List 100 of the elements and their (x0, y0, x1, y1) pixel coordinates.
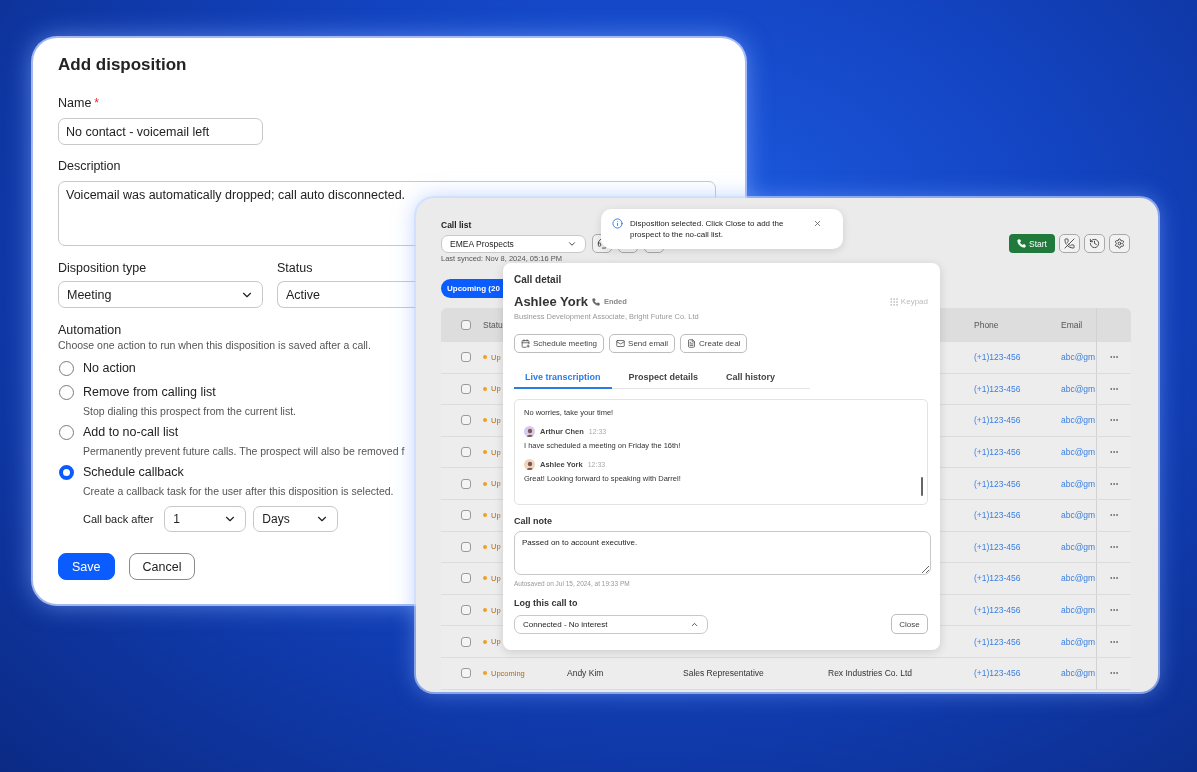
status-dot (483, 513, 487, 518)
phone-off-button[interactable] (1059, 234, 1080, 253)
radio-button[interactable] (59, 464, 74, 480)
email-link[interactable]: abc@gm (1049, 636, 1096, 647)
radio-button[interactable] (59, 384, 74, 400)
table-cell-text: Rex Industries Co. Ltd (827, 668, 914, 679)
name-input[interactable]: No contact - voicemail left (58, 118, 263, 145)
email-link[interactable]: abc@gm (1049, 573, 1096, 584)
hint-text: Choose one action to run when this disposition is saved after a call. (58, 338, 371, 352)
status-dot (483, 418, 487, 423)
phone-link[interactable]: (+1)123-456 (962, 447, 1049, 458)
radio-button[interactable] (59, 360, 74, 376)
email-link[interactable]: abc@gm (1049, 668, 1096, 679)
row-checkbox[interactable] (461, 668, 471, 679)
section-label: Automation (58, 322, 122, 338)
field-label: Disposition type (58, 260, 147, 276)
info-icon (612, 218, 623, 229)
action-button[interactable]: Schedule meeting (514, 334, 605, 353)
row-checkbox[interactable] (461, 510, 471, 521)
status-dot (483, 450, 487, 455)
phone-link[interactable]: (+1)123-456 (962, 510, 1049, 521)
settings-icon (1114, 238, 1125, 249)
email-link[interactable]: abc@gm (1049, 383, 1096, 394)
section-label: Call note (514, 516, 552, 526)
settings-button[interactable] (1109, 234, 1130, 253)
document-icon (687, 339, 697, 348)
phone-icon (591, 297, 600, 306)
table-cell-text: Andy Kim (566, 668, 605, 679)
option-label: Remove from calling list (83, 385, 216, 399)
detail-tab[interactable]: Live transcription (514, 367, 612, 389)
row-checkbox[interactable] (461, 605, 471, 616)
call-note-input[interactable]: Passed on to account executive. (514, 531, 931, 575)
status-dot (483, 481, 487, 486)
close-button[interactable]: Close (891, 614, 928, 634)
status-dot (483, 671, 487, 676)
phone-link[interactable]: (+1)123-456 (962, 605, 1049, 616)
row-checkbox[interactable] (461, 478, 471, 489)
log-select[interactable]: Connected - No interest (514, 614, 708, 634)
phone-link[interactable]: (+1)123-456 (962, 478, 1049, 489)
option-label: No action (83, 361, 136, 375)
save-button[interactable]: Save (58, 553, 115, 580)
phone-link[interactable]: (+1)123-456 (962, 415, 1049, 426)
history-button[interactable] (1084, 234, 1105, 253)
row-checkbox[interactable] (461, 383, 471, 394)
status-dot (483, 639, 487, 644)
table-cell-text: Sales Representative (682, 668, 765, 679)
status-dot (483, 544, 487, 549)
field-label: Description (58, 158, 121, 174)
keypad-button[interactable]: Keypad (888, 296, 928, 307)
section-label: Log this call to (514, 598, 578, 608)
scrollbar[interactable] (921, 477, 923, 496)
email-link[interactable]: abc@gm (1049, 447, 1096, 458)
panel-label: Call list (441, 219, 472, 231)
cancel-button[interactable]: Cancel (128, 553, 196, 580)
keypad-icon (888, 296, 899, 307)
row-checkbox[interactable] (461, 573, 471, 584)
field-label: Status (277, 260, 313, 276)
select-all-checkbox[interactable] (461, 320, 471, 330)
option-description: Permanently prevent future calls. The prospect will also be removed f (83, 444, 405, 458)
email-link[interactable]: abc@gm (1049, 478, 1096, 489)
status-dot (483, 576, 487, 581)
email-link[interactable]: abc@gm (1049, 415, 1096, 426)
field-label: Name (58, 95, 92, 111)
row-checkbox[interactable] (461, 352, 471, 363)
detail-tab[interactable]: Prospect details (617, 367, 710, 389)
row-checkbox[interactable] (461, 636, 471, 647)
detail-tab[interactable]: Call history (715, 367, 787, 389)
email-link[interactable]: abc@gm (1049, 541, 1096, 552)
phone-link[interactable]: (+1)123-456 (962, 573, 1049, 584)
column-header: Email (1060, 320, 1084, 330)
mail-icon (616, 339, 626, 348)
row-checkbox[interactable] (461, 541, 471, 552)
dialog-title: Add disposition (58, 54, 187, 76)
unit-select[interactable]: Days (253, 506, 339, 532)
phone-link[interactable]: (+1)123-456 (962, 668, 1049, 679)
email-link[interactable]: abc@gm (1049, 605, 1096, 616)
close-icon[interactable] (813, 219, 822, 228)
required-mark: * (94, 95, 99, 111)
radio-button[interactable] (59, 424, 74, 440)
option-label: Schedule callback (83, 465, 184, 479)
email-link[interactable]: abc@gm (1049, 352, 1096, 363)
disposition-type-select[interactable]: Meeting (58, 281, 263, 308)
calendar-icon (521, 339, 530, 348)
row-checkbox[interactable] (461, 447, 471, 458)
column-header: Statu (482, 320, 504, 330)
row-checkbox[interactable] (461, 415, 471, 426)
email-link[interactable]: abc@gm (1049, 510, 1096, 521)
phone-icon (1017, 239, 1026, 248)
option-description: Create a callback task for the user after this disposition is selected. (83, 484, 394, 498)
option-label: Add to no-call list (83, 425, 179, 439)
phone-link[interactable]: (+1)123-456 (962, 636, 1049, 647)
status-select[interactable]: Active (277, 281, 416, 308)
phone-link[interactable]: (+1)123-456 (962, 541, 1049, 552)
phone-link[interactable]: (+1)123-456 (962, 383, 1049, 394)
call-list-select[interactable]: EMEA Prospects (441, 234, 586, 253)
action-button[interactable]: Create deal (680, 334, 748, 353)
start-button[interactable]: Start (1009, 234, 1055, 253)
amount-select[interactable]: 1 (164, 506, 247, 532)
phone-link[interactable]: (+1)123-456 (962, 352, 1049, 363)
action-button[interactable]: Send email (609, 334, 676, 353)
